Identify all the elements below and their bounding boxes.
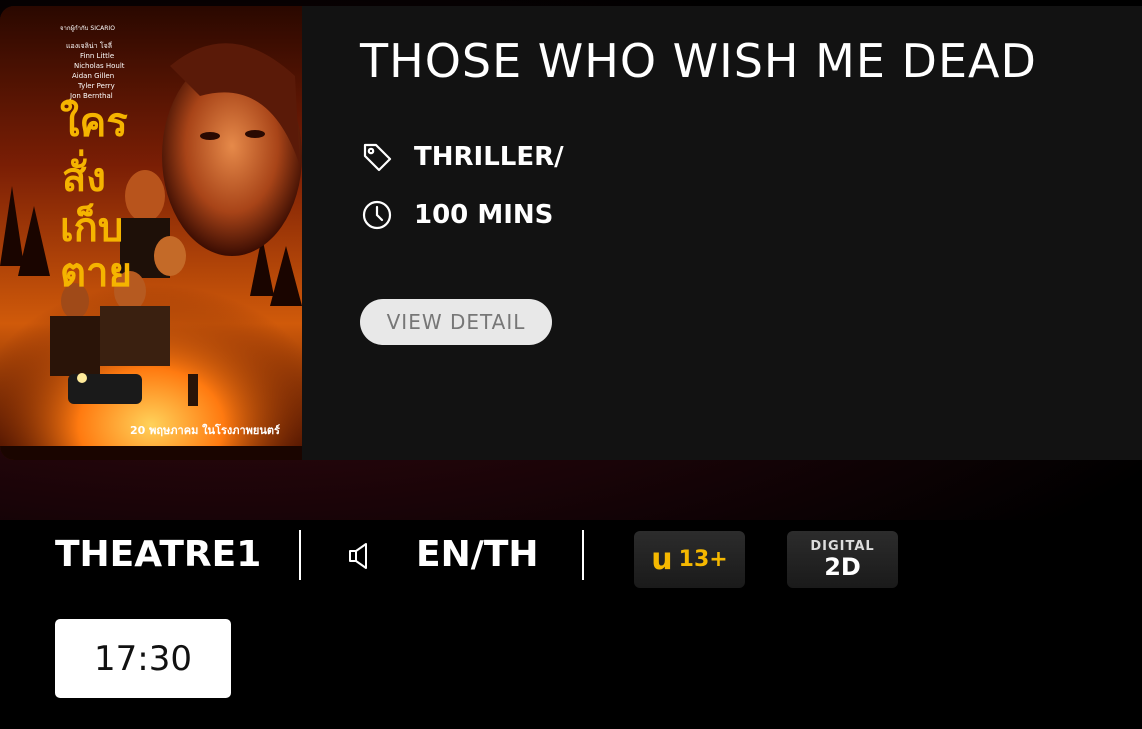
svg-text:สั่ง: สั่ง [62,149,106,201]
language-label: EN/TH [416,534,539,575]
duration-row: 100 MINS [360,198,553,232]
rating-prefix: u [651,542,673,577]
movie-poster[interactable]: ใคร สั่ง เก็บ ตาย จากผู้กำกับ SICARIO แอ… [0,6,302,460]
showtime-button[interactable]: 17:30 [55,619,231,698]
svg-text:Tyler Perry: Tyler Perry [77,82,115,90]
movie-title: THOSE WHO WISH ME DEAD [360,34,1037,88]
svg-text:Jon Bernthal: Jon Bernthal [69,92,113,100]
view-detail-button[interactable]: VIEW DETAIL [360,299,552,345]
divider [582,530,584,580]
poster-artwork: ใคร สั่ง เก็บ ตาย จากผู้กำกับ SICARIO แอ… [0,6,302,460]
duration-label: 100 MINS [414,200,554,230]
speaker-icon [347,542,377,570]
clock-icon [360,198,394,232]
svg-text:เก็บ: เก็บ [60,202,123,251]
divider [299,530,301,580]
format-top: DIGITAL [810,539,875,554]
format-badge: DIGITAL 2D [787,531,898,588]
theatre-label: THEATRE1 [55,534,262,575]
svg-text:Finn Little: Finn Little [80,52,114,60]
genre-label: THRILLER/ [414,142,564,172]
rating-age: 13+ [678,547,728,572]
svg-text:Nicholas Hoult: Nicholas Hoult [74,62,125,70]
format-bottom: 2D [824,553,861,581]
rating-badge: u 13+ [634,531,745,588]
tag-icon [360,140,394,174]
genre-row: THRILLER/ [360,140,564,174]
svg-text:จากผู้กำกับ SICARIO: จากผู้กำกับ SICARIO [60,25,115,32]
movie-info: THOSE WHO WISH ME DEAD THRILLER/ 100 MIN… [302,6,1142,460]
svg-text:20 พฤษภาคม ในโรงภาพยนตร์: 20 พฤษภาคม ในโรงภาพยนตร์ [130,423,280,437]
svg-text:ใคร: ใคร [60,99,128,146]
svg-text:Aidan Gillen: Aidan Gillen [72,72,114,80]
svg-text:ตาย: ตาย [60,250,132,296]
svg-text:แองเจลิน่า โจลี่: แองเจลิน่า โจลี่ [66,41,112,50]
showtime-info-row: THEATRE1 EN/TH u 13+ DIGITAL 2D [0,520,1142,600]
movie-card: ใคร สั่ง เก็บ ตาย จากผู้กำกับ SICARIO แอ… [0,6,1142,460]
